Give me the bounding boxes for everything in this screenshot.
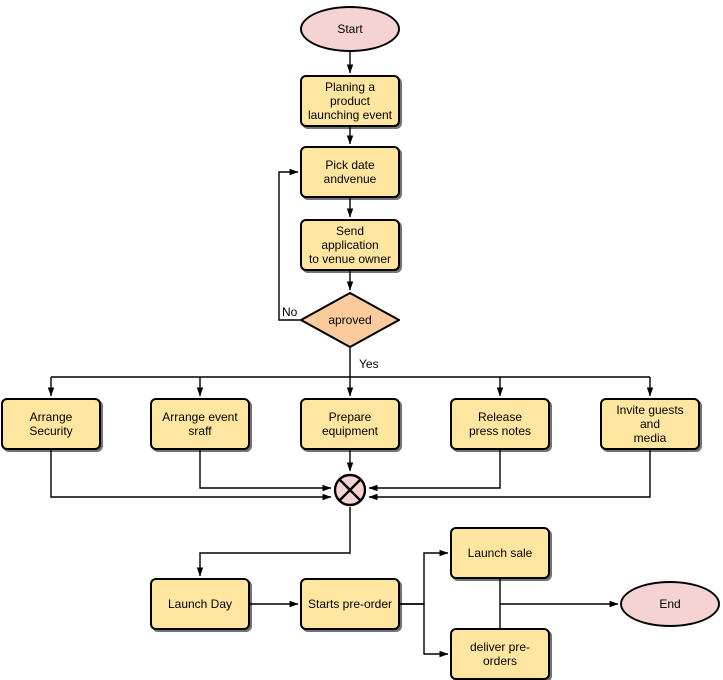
node-arrange-security-label: Arrange Security [29,410,73,438]
node-starts-pre-order-label: Starts pre-order [307,597,393,611]
edge-staff-to-merge [199,450,332,492]
node-end[interactable]: End [620,581,720,627]
node-start[interactable]: Start [300,6,400,52]
node-launch-day[interactable]: Launch Day [150,578,250,630]
node-planning-label: Planing a product launching event [307,80,393,122]
node-start-label: Start [337,22,363,36]
node-approved-decision[interactable]: aproved [300,292,400,348]
edge-label-yes: Yes [358,357,380,371]
node-launch-sale[interactable]: Launch sale [450,527,550,579]
edge-preorder-to-launchsale [400,549,449,605]
node-deliver-pre-orders-label: deliver pre-orders [469,640,531,668]
node-pick-date[interactable]: Pick date andvenue [300,146,400,198]
edge-guests-to-merge [368,450,651,501]
node-send-application-label: Send application to venue owner [308,224,392,266]
node-release-press-notes[interactable]: Release press notes [450,398,550,450]
node-deliver-pre-orders[interactable]: deliver pre-orders [450,628,550,680]
node-invite-guests[interactable]: Invite guests and media [600,398,700,450]
edge-press-to-merge [368,450,501,492]
node-starts-pre-order[interactable]: Starts pre-order [300,578,400,630]
node-launch-day-label: Launch Day [167,597,233,611]
node-planning[interactable]: Planing a product launching event [300,75,400,127]
edge-security-to-merge [50,450,332,501]
edge-approved-no-to-pickdate [278,168,300,321]
edge-group [47,52,654,658]
node-arrange-security[interactable]: Arrange Security [1,398,101,450]
node-arrange-staff-label: Arrange event sraff [162,410,238,438]
edge-preorder-to-deliver [400,603,449,658]
node-arrange-staff[interactable]: Arrange event sraff [150,398,250,450]
flowchart-canvas: Start Planing a product launching event … [0,0,723,680]
node-end-label: End [659,597,681,611]
node-prepare-equipment-label: Prepare equipment [321,410,379,438]
node-pick-date-label: Pick date andvenue [323,158,377,186]
node-release-press-notes-label: Release press notes [468,410,532,438]
node-launch-sale-label: Launch sale [467,546,533,560]
diamond-shape [300,292,400,348]
merge-cross-circle-icon [333,473,367,507]
node-send-application[interactable]: Send application to venue owner [300,219,400,271]
edge-label-no: No [281,305,299,319]
node-prepare-equipment[interactable]: Prepare equipment [300,398,400,450]
edge-merge-to-launchday [196,507,351,577]
node-merge-junction[interactable] [333,473,367,507]
node-invite-guests-label: Invite guests and media [616,403,684,445]
